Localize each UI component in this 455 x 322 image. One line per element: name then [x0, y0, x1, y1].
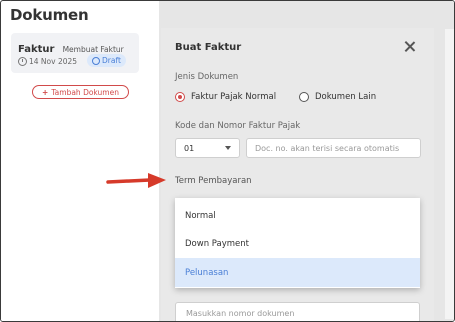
status-badge: Draft — [87, 54, 126, 67]
payment-term-label: Term Pembayaran — [175, 176, 252, 186]
option-down-payment[interactable]: Down Payment — [175, 229, 420, 258]
add-document-label: Tambah Dokumen — [51, 87, 119, 97]
tax-code-select[interactable]: 01 — [175, 138, 240, 158]
option-pelunasan[interactable]: Pelunasan — [175, 258, 420, 287]
app-window: Dokumen Faktur Membuat Faktur 14 Nov 202… — [0, 0, 455, 322]
radio-label: Faktur Pajak Normal — [191, 92, 277, 102]
document-type: Faktur — [18, 44, 55, 55]
document-date-text: 14 Nov 2025 — [29, 57, 78, 66]
tax-code-label: Kode dan Nomor Faktur Pajak — [175, 121, 301, 131]
document-subtitle: Membuat Faktur — [62, 45, 124, 54]
payment-term-dropdown: Normal Down Payment Pelunasan — [175, 198, 420, 288]
radio-label: Dokumen Lain — [315, 92, 377, 102]
document-number-input[interactable] — [175, 302, 420, 321]
modal-title: Buat Faktur — [175, 42, 242, 53]
draft-icon — [92, 56, 100, 65]
document-card[interactable]: Faktur Membuat Faktur 14 Nov 2025 Draft — [11, 33, 139, 73]
plus-icon: + — [42, 87, 49, 97]
invoice-number-input[interactable] — [246, 138, 421, 158]
radio-unselected-icon — [299, 92, 309, 102]
radio-faktur-pajak-normal[interactable]: Faktur Pajak Normal — [175, 92, 276, 102]
status-badge-text: Draft — [102, 56, 121, 65]
add-document-button[interactable]: + Tambah Dokumen — [32, 85, 129, 99]
close-icon[interactable] — [403, 40, 417, 54]
page-title: Dokumen — [10, 6, 89, 24]
chevron-down-icon — [225, 146, 231, 150]
document-date: 14 Nov 2025 — [18, 57, 77, 66]
clock-icon — [18, 57, 27, 66]
option-normal[interactable]: Normal — [175, 201, 420, 230]
radio-selected-icon — [175, 92, 185, 102]
tax-code-value: 01 — [184, 143, 195, 153]
red-arrow-annotation — [106, 173, 166, 188]
radio-dokumen-lain[interactable]: Dokumen Lain — [299, 92, 376, 102]
document-type-label: Jenis Dokumen — [175, 72, 239, 82]
scrollbar[interactable] — [445, 29, 454, 319]
